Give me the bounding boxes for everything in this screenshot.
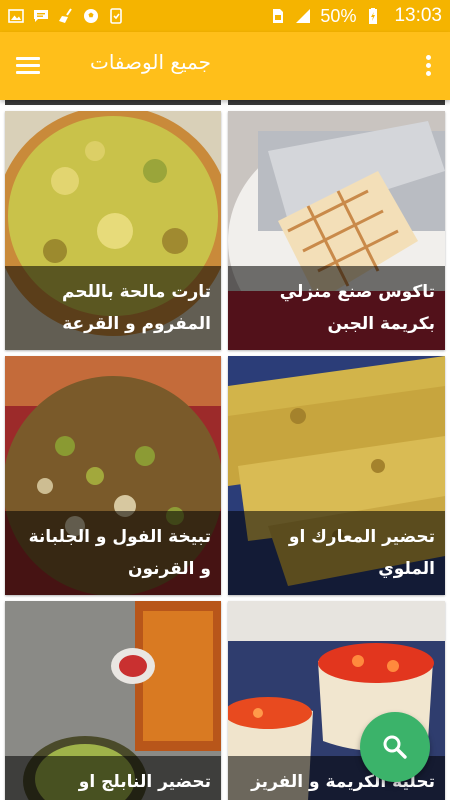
recipe-grid[interactable]: تاكوس صنع منزلي بكريمة الجبن تارت مالحة … xyxy=(0,100,450,800)
battery-percent: 50% xyxy=(320,5,357,26)
recipe-title: تبيخة الفول و الجلبانة و القرنون xyxy=(5,511,221,595)
more-vert-icon[interactable] xyxy=(420,52,436,80)
previous-card-edge xyxy=(5,100,221,105)
previous-card-edge xyxy=(228,100,445,105)
app-bar: جميع الوصفات xyxy=(0,32,450,100)
soccer-icon xyxy=(83,8,99,24)
search-icon xyxy=(383,735,407,759)
recipe-title: تاكوس صنع منزلي بكريمة الجبن xyxy=(228,266,445,350)
image-icon xyxy=(8,8,24,24)
broom-icon xyxy=(58,8,74,24)
hamburger-menu-icon[interactable] xyxy=(14,52,44,80)
recipe-title: تحضير النابلج او xyxy=(5,756,221,800)
recipe-title: تحضير المعارك او الملوي xyxy=(228,511,445,595)
status-notifications xyxy=(8,8,124,24)
page-title: جميع الوصفات xyxy=(90,50,211,74)
status-bar: 50% 13:03 xyxy=(0,0,450,32)
sim-icon xyxy=(270,8,286,24)
clock: 13:03 xyxy=(394,5,442,26)
chat-icon xyxy=(33,8,49,24)
recipe-card[interactable]: تاكوس صنع منزلي بكريمة الجبن xyxy=(228,111,445,350)
recipe-title: تارت مالحة باللحم المفروم و القرعة xyxy=(5,266,221,350)
recipe-card[interactable]: تبيخة الفول و الجلبانة و القرنون xyxy=(5,356,221,595)
recipe-card[interactable]: تحضير النابلج او xyxy=(5,601,221,800)
signal-icon xyxy=(295,8,311,24)
recipe-card[interactable]: تارت مالحة باللحم المفروم و القرعة xyxy=(5,111,221,350)
status-system: 50% 13:03 xyxy=(270,5,442,27)
battery-icon xyxy=(365,8,381,24)
search-button[interactable] xyxy=(360,712,430,782)
recipe-card[interactable]: تحضير المعارك او الملوي xyxy=(228,356,445,595)
tablet-icon xyxy=(108,8,124,24)
